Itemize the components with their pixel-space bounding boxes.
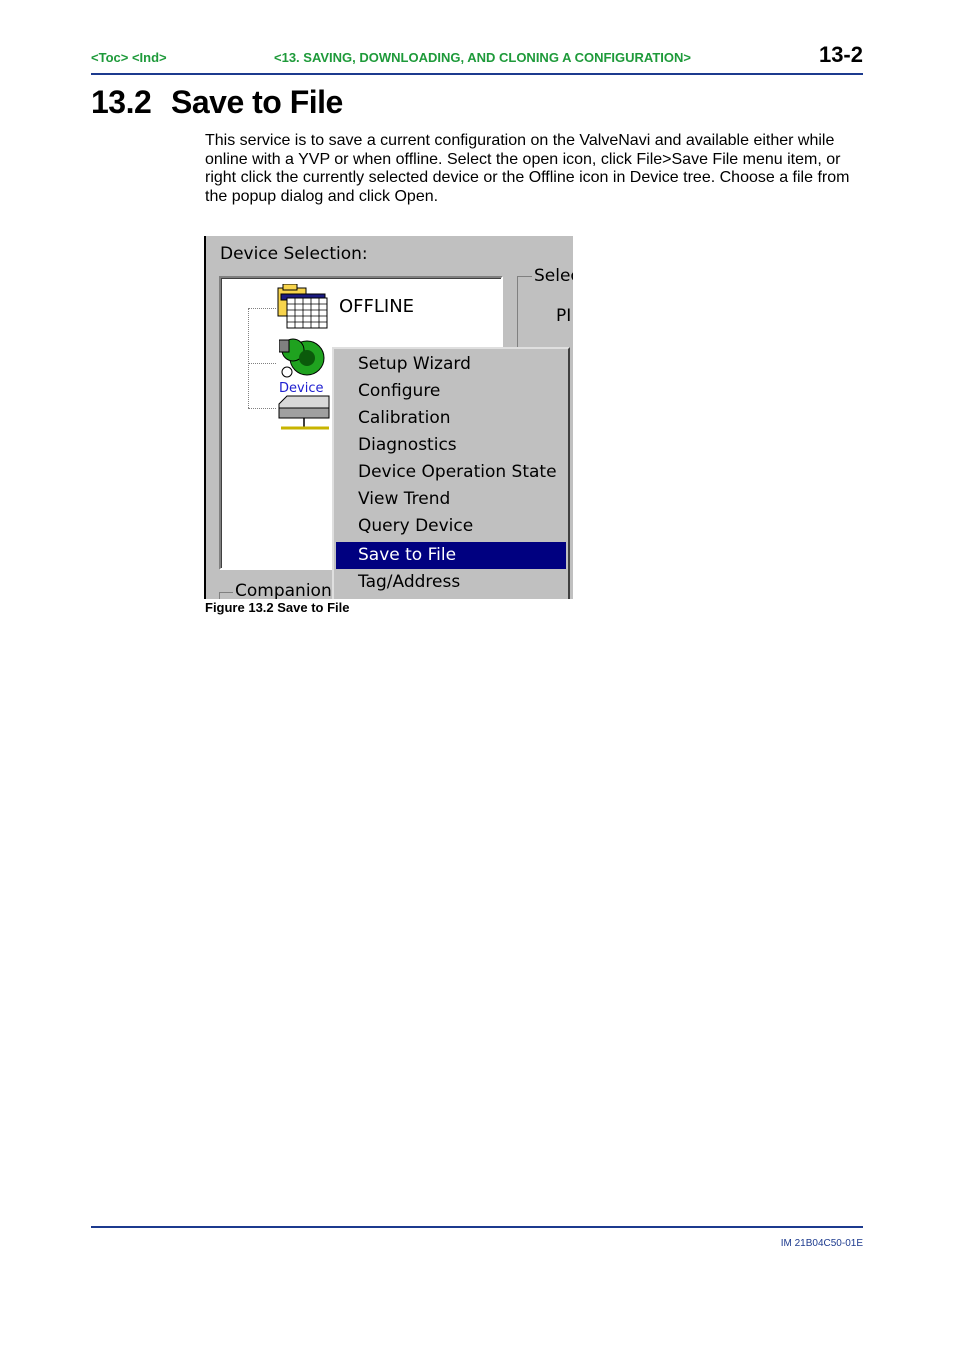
- network-drive-icon[interactable]: [277, 394, 331, 434]
- tree-connector: [248, 408, 276, 409]
- section-number: 13.2: [91, 84, 152, 120]
- chapter-title-link[interactable]: <13. SAVING, DOWNLOADING, AND CLONING A …: [274, 50, 691, 65]
- figure-border: [204, 236, 206, 599]
- menu-item-calibration[interactable]: Calibration: [336, 405, 566, 432]
- menu-item-tag-address[interactable]: Tag/Address: [336, 569, 566, 596]
- menu-item-save-to-file[interactable]: Save to File: [336, 542, 566, 569]
- device-selection-label: Device Selection:: [220, 244, 368, 264]
- menu-item-query-device[interactable]: Query Device: [336, 513, 566, 540]
- body-paragraph: This service is to save a current config…: [205, 132, 850, 205]
- footer-rule: [91, 1226, 863, 1228]
- tree-connector: [248, 308, 249, 408]
- menu-item-diagnostics[interactable]: Diagnostics: [336, 432, 566, 459]
- menu-item-view-trend[interactable]: View Trend: [336, 486, 566, 513]
- header-rule: [91, 73, 863, 75]
- toc-ind-links[interactable]: <Toc> <Ind>: [91, 50, 167, 65]
- page-number: 13-2: [818, 42, 863, 67]
- pd-text: PI: [556, 306, 572, 326]
- offline-label[interactable]: OFFLINE: [339, 296, 414, 317]
- figure-screenshot: Device Selection: Selec PI OFFLINE: [204, 236, 573, 599]
- context-menu: Setup Wizard Configure Calibration Diagn…: [332, 347, 570, 599]
- section-heading: 13.2 Save to File: [91, 84, 343, 121]
- select-group-label: Selec: [532, 266, 573, 286]
- figure-caption: Figure 13.2 Save to File: [205, 600, 350, 615]
- offline-folder-icon[interactable]: [277, 284, 331, 330]
- tree-connector: [248, 363, 276, 364]
- menu-item-device-operation-state[interactable]: Device Operation State: [336, 459, 566, 486]
- device-valve-icon[interactable]: [279, 336, 329, 380]
- menu-item-setup-wizard[interactable]: Setup Wizard: [336, 351, 566, 378]
- menu-item-configure[interactable]: Configure: [336, 378, 566, 405]
- document-id: IM 21B04C50-01E: [780, 1238, 863, 1249]
- section-title: Save to File: [171, 84, 343, 120]
- tree-connector: [248, 308, 276, 309]
